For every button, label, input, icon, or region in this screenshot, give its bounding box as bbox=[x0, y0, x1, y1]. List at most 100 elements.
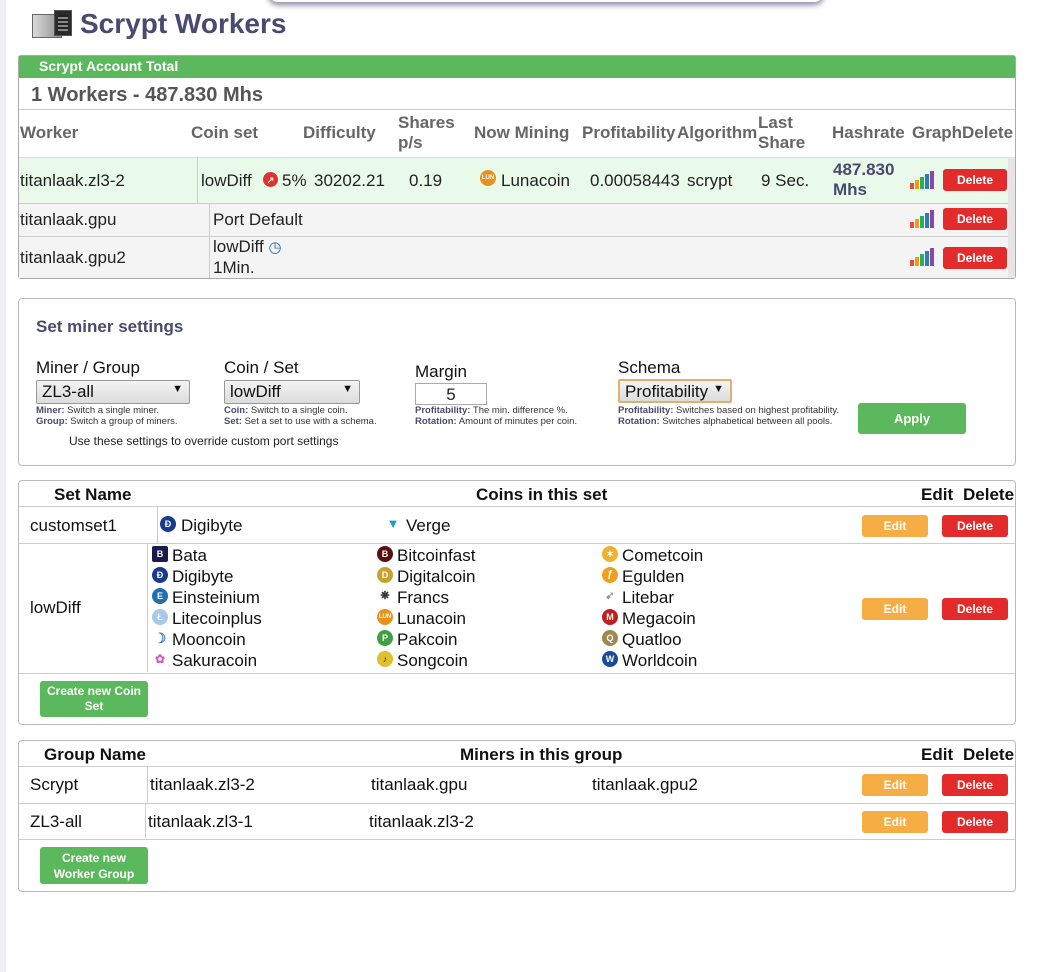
profitability-value: 0.00058443 bbox=[590, 171, 680, 190]
graph-icon[interactable] bbox=[910, 210, 936, 228]
col-set-name: Set Name bbox=[54, 485, 132, 504]
mooncoin-icon: ☽ bbox=[153, 630, 167, 646]
create-worker-group-button[interactable]: Create new Worker Group bbox=[40, 847, 148, 884]
coin-name: Bitcoinfast bbox=[397, 546, 476, 565]
verge-icon: ▼ bbox=[386, 516, 400, 531]
margin-hint: Profitability: The min. difference %. Rot… bbox=[415, 405, 578, 427]
col-graph: Graph bbox=[912, 123, 963, 142]
group-miner: titanlaak.zl3-2 bbox=[150, 775, 255, 794]
col-group-name: Group Name bbox=[44, 745, 147, 764]
worker-groups-panel: Group Name Miners in this group Edit Del… bbox=[18, 740, 1016, 892]
coin-name: Egulden bbox=[622, 567, 685, 586]
coin-name: Verge bbox=[406, 516, 451, 535]
col-shares: Shares p/s bbox=[398, 113, 455, 152]
set-name: customset1 bbox=[30, 516, 117, 535]
coin-name: Francs bbox=[397, 588, 449, 607]
coin-name: Songcoin bbox=[397, 651, 468, 670]
now-mining-value: Lunacoin bbox=[501, 171, 571, 190]
col-edit: Edit bbox=[921, 745, 954, 764]
digibyte-icon: Ð bbox=[152, 567, 168, 583]
songcoin-icon: ♪ bbox=[377, 651, 393, 667]
coin-name: Mooncoin bbox=[172, 630, 246, 649]
graph-icon[interactable] bbox=[910, 171, 936, 189]
coin-name: Sakuracoin bbox=[172, 651, 258, 670]
col-profitability: Profitability bbox=[582, 123, 676, 142]
set-name: lowDiff bbox=[30, 598, 81, 617]
apply-button[interactable]: Apply bbox=[858, 403, 966, 434]
scrollbar[interactable] bbox=[1008, 157, 1015, 278]
francs-icon: ❋ bbox=[380, 590, 390, 602]
group-miner: titanlaak.zl3-2 bbox=[369, 812, 474, 831]
col-worker: Worker bbox=[20, 123, 79, 142]
delete-group-button[interactable]: Delete bbox=[942, 774, 1008, 796]
coin-name: Quatloo bbox=[622, 630, 682, 649]
workers-table: Worker Coin set Difficulty Shares p/s Now… bbox=[19, 110, 1015, 278]
graph-icon[interactable] bbox=[910, 248, 936, 266]
coin-set-value: lowDiff bbox=[201, 171, 252, 190]
hashrate-value: 487.830 Mhs bbox=[833, 160, 895, 199]
delete-set-button[interactable]: Delete bbox=[942, 598, 1008, 620]
coin-set-value: lowDiff ◷ 1Min. bbox=[213, 237, 282, 277]
lunacoin-icon: LUN bbox=[480, 170, 496, 186]
col-last-share: Last Share bbox=[758, 113, 806, 152]
clock-icon: ◷ bbox=[268, 239, 282, 256]
chevron-down-icon: ▼ bbox=[342, 383, 353, 395]
dropdown-overlay-edge bbox=[268, 0, 824, 2]
group-name: Scrypt bbox=[30, 775, 79, 794]
coin-name: Digibyte bbox=[172, 567, 234, 586]
digitalcoin-icon: D bbox=[377, 567, 393, 583]
col-difficulty: Difficulty bbox=[303, 123, 376, 142]
edit-group-button[interactable]: Edit bbox=[862, 811, 928, 833]
table-row: titanlaak.zl3-2 lowDiff ↗ 5% 30202.21 0.… bbox=[19, 157, 1015, 203]
digibyte-icon: Ð bbox=[160, 516, 176, 532]
litecoinplus-icon: Ł bbox=[152, 609, 168, 625]
page-header: Scrypt Workers bbox=[30, 2, 286, 46]
edit-group-button[interactable]: Edit bbox=[862, 774, 928, 796]
schema-label: Schema bbox=[618, 358, 681, 377]
create-coin-set-button[interactable]: Create new Coin Set bbox=[40, 681, 148, 717]
coin-name: Einsteinium bbox=[172, 588, 260, 607]
margin-input[interactable]: 5 bbox=[415, 383, 487, 405]
algorithm-value: scrypt bbox=[687, 171, 733, 190]
delete-worker-button[interactable]: Delete bbox=[943, 208, 1007, 230]
last-share-value: 9 Sec. bbox=[761, 171, 810, 190]
schema-hint: Profitability: Switches based on highest… bbox=[618, 405, 840, 427]
edit-set-button[interactable]: Edit bbox=[862, 515, 928, 537]
megacoin-icon: M bbox=[602, 609, 618, 625]
delete-set-button[interactable]: Delete bbox=[942, 515, 1008, 537]
col-coin-set: Coin set bbox=[191, 123, 259, 142]
delete-worker-button[interactable]: Delete bbox=[943, 169, 1007, 191]
delete-group-button[interactable]: Delete bbox=[942, 811, 1008, 833]
pakcoin-icon: P bbox=[377, 630, 393, 646]
asic-miner-icon bbox=[30, 8, 74, 40]
miner-group-select[interactable]: ZL3-all ▼ bbox=[36, 380, 190, 404]
coin-name: Lunacoin bbox=[397, 609, 467, 628]
col-hashrate: Hashrate bbox=[832, 123, 905, 142]
coin-set-select[interactable]: lowDiff ▼ bbox=[224, 380, 360, 404]
col-now-mining: Now Mining bbox=[474, 123, 570, 142]
margin-percent: 5% bbox=[282, 171, 307, 190]
coin-name: Digibyte bbox=[181, 516, 243, 535]
col-edit: Edit bbox=[921, 485, 954, 504]
schema-select[interactable]: Profitability ▼ bbox=[618, 379, 732, 403]
chevron-down-icon: ▼ bbox=[713, 383, 724, 395]
chevron-down-icon: ▼ bbox=[172, 383, 183, 395]
delete-worker-button[interactable]: Delete bbox=[943, 247, 1007, 269]
worker-name: titanlaak.gpu2 bbox=[20, 248, 126, 267]
workers-panel: Scrypt Account Total 1 Workers - 487.830… bbox=[18, 55, 1016, 279]
miner-settings-panel: Set miner settings Miner / Group ZL3-all… bbox=[18, 298, 1016, 466]
col-algorithm: Algorithm bbox=[677, 123, 758, 142]
group-name: ZL3-all bbox=[30, 812, 82, 831]
coin-name: Pakcoin bbox=[397, 630, 458, 649]
edit-set-button[interactable]: Edit bbox=[862, 598, 928, 620]
group-miner: titanlaak.zl3-1 bbox=[148, 812, 253, 831]
egulden-icon: ƒ bbox=[602, 567, 618, 583]
override-note: Use these settings to override custom po… bbox=[69, 434, 339, 448]
col-coins-in-set: Coins in this set bbox=[476, 485, 608, 504]
table-row: titanlaak.gpu2 lowDiff ◷ 1Min. Delete bbox=[19, 236, 1015, 278]
coin-name: Litecoinplus bbox=[172, 609, 262, 628]
coin-set-value: Port Default bbox=[213, 210, 303, 229]
workers-summary: 1 Workers - 487.830 Mhs bbox=[19, 78, 1015, 110]
group-miner: titanlaak.gpu2 bbox=[592, 775, 698, 794]
coin-name: Cometcoin bbox=[622, 546, 704, 565]
